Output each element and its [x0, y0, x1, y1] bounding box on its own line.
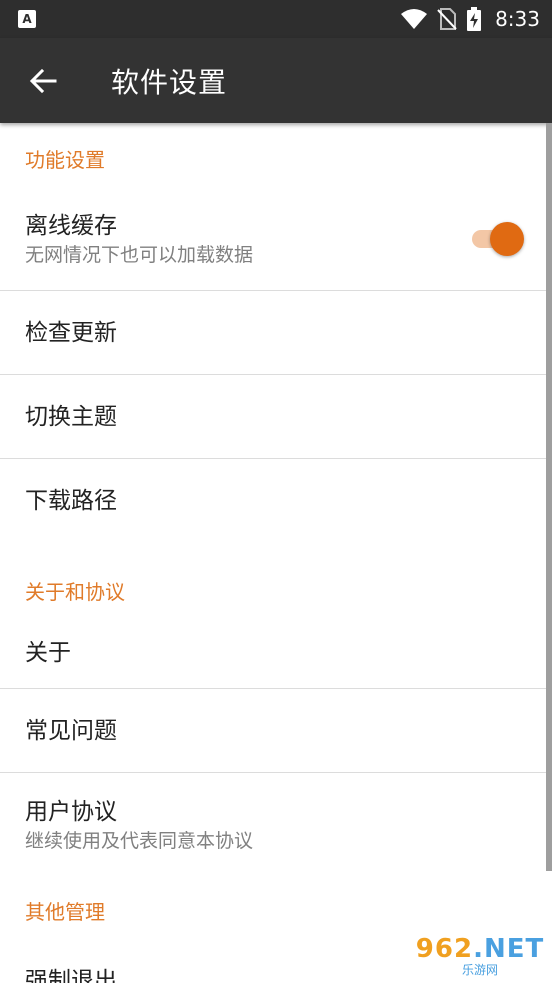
status-time: 8:33 [495, 7, 540, 31]
page-title: 软件设置 [111, 65, 228, 99]
watermark-logo: 962.NET 乐游网 [414, 931, 546, 981]
arrow-left-icon [29, 68, 57, 93]
setting-faq[interactable]: 常见问题 [0, 689, 552, 773]
setting-summary: 继续使用及代表同意本协议 [25, 830, 254, 852]
toggle-thumb [490, 221, 524, 256]
section-header-other: 其他管理 [25, 900, 105, 924]
watermark-main: 962.NET [415, 934, 545, 964]
battery-charging-icon [467, 7, 482, 31]
setting-title: 下载路径 [25, 488, 117, 514]
setting-check-update[interactable]: 检查更新 [0, 291, 552, 375]
offline-cache-toggle[interactable] [472, 221, 524, 256]
setting-title: 关于 [25, 639, 71, 666]
setting-title: 检查更新 [25, 319, 117, 346]
app-bar: 软件设置 [0, 38, 552, 123]
app-notification-icon: A [18, 10, 36, 28]
setting-title: 切换主题 [25, 403, 117, 430]
setting-title: 常见问题 [25, 717, 117, 744]
setting-title: 用户协议 [25, 799, 117, 825]
setting-offline-cache[interactable]: 离线缓存 无网情况下也可以加载数据 [0, 187, 552, 291]
setting-about[interactable]: 关于 [0, 617, 552, 689]
scrollbar[interactable] [546, 123, 552, 871]
back-button[interactable] [13, 51, 73, 111]
setting-download-path[interactable]: 下载路径 [0, 459, 552, 543]
no-sim-icon [437, 8, 457, 30]
setting-switch-theme[interactable]: 切换主题 [0, 375, 552, 459]
wifi-icon [401, 9, 428, 29]
section-header-features: 功能设置 [25, 148, 105, 172]
settings-list[interactable]: 功能设置 离线缓存 无网情况下也可以加载数据 检查更新 切换主题 下载路径 关于… [0, 123, 552, 983]
setting-user-agreement[interactable]: 用户协议 继续使用及代表同意本协议 [0, 773, 552, 877]
watermark-sub: 乐游网 [461, 963, 498, 977]
status-bar: A 8:33 [0, 0, 552, 38]
section-header-about: 关于和协议 [25, 580, 125, 604]
